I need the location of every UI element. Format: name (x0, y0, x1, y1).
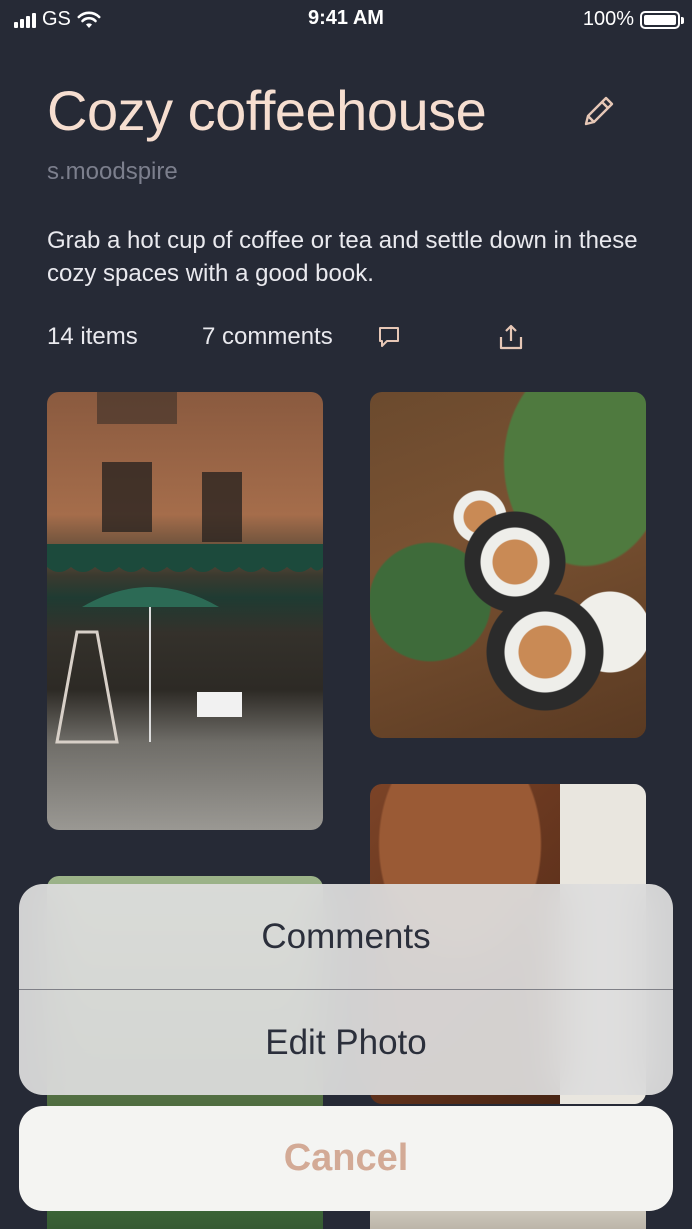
speech-bubble-icon[interactable] (376, 324, 402, 350)
author-name[interactable]: s.moodspire (47, 158, 178, 186)
board-description: Grab a hot cup of coffee or tea and sett… (47, 227, 638, 287)
edit-photo-option[interactable]: Edit Photo (19, 990, 673, 1095)
battery-percent: 100% (582, 8, 634, 30)
cancel-button[interactable]: Cancel (19, 1106, 673, 1211)
status-right: 100% (582, 8, 684, 31)
share-icon[interactable] (496, 322, 526, 352)
photo-latte-cups[interactable] (370, 392, 646, 738)
action-sheet: Comments Edit Photo (19, 884, 673, 1095)
comments-count[interactable]: 7 comments (202, 323, 333, 351)
battery-icon (640, 10, 684, 29)
pencil-icon[interactable] (580, 92, 618, 130)
items-count: 14 items (47, 323, 138, 350)
photo-paris-cafe[interactable] (47, 392, 323, 830)
comments-option[interactable]: Comments (19, 884, 673, 989)
cafe-illustration (47, 392, 323, 744)
board-title: Cozy coffeehouse (47, 79, 487, 142)
status-bar: GS 9:41 AM 100% (0, 0, 692, 40)
battery-fill (644, 14, 676, 25)
